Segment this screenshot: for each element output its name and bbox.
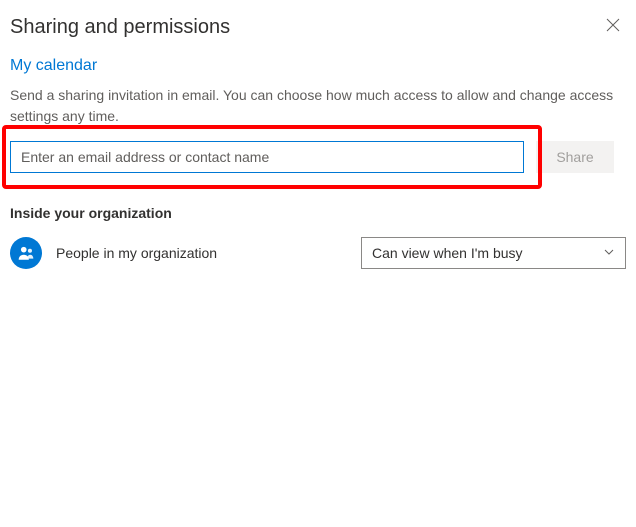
org-permission-row: People in my organization Can view when … <box>10 237 626 269</box>
sharing-description: Send a sharing invitation in email. You … <box>10 85 626 127</box>
chevron-down-icon <box>603 245 615 261</box>
people-icon <box>10 237 42 269</box>
org-section-heading: Inside your organization <box>10 205 626 221</box>
calendar-name: My calendar <box>10 57 626 75</box>
dialog-title: Sharing and permissions <box>10 16 230 39</box>
share-button[interactable]: Share <box>536 141 614 173</box>
org-permission-label: People in my organization <box>56 245 347 261</box>
permission-select-value: Can view when I'm busy <box>372 245 523 261</box>
permission-select[interactable]: Can view when I'm busy <box>361 237 626 269</box>
close-icon[interactable] <box>600 16 626 38</box>
email-input[interactable] <box>10 141 524 173</box>
share-input-row: Share <box>10 141 626 173</box>
